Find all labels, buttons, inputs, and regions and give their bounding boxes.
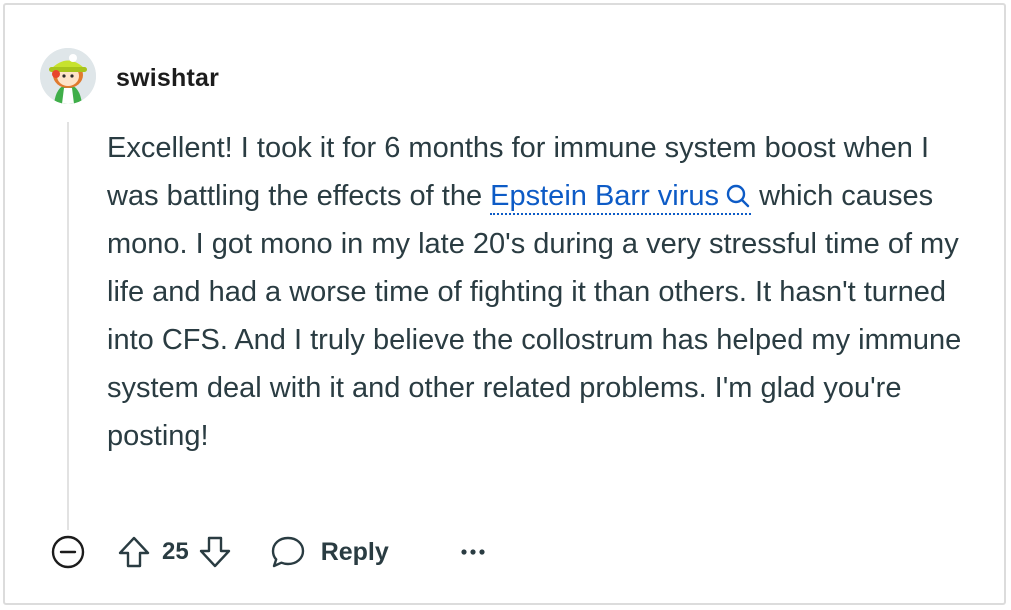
search-link-label: Epstein Barr virus xyxy=(490,180,720,212)
reply-label: Reply xyxy=(320,537,389,566)
ellipsis-icon xyxy=(461,549,485,555)
vote-score: 25 xyxy=(162,538,189,565)
search-link-epstein-barr[interactable]: Epstein Barr virus xyxy=(490,180,752,215)
comment-actions: 25 Reply xyxy=(48,530,493,574)
avatar[interactable] xyxy=(40,48,96,104)
thread-line[interactable] xyxy=(67,122,69,530)
comment-text-end: which causes mono. I got mono in my late… xyxy=(107,180,962,452)
upvote-arrow-icon xyxy=(118,536,150,568)
reply-button[interactable]: Reply xyxy=(269,532,389,572)
upvote-button[interactable] xyxy=(114,532,154,572)
speech-bubble-icon xyxy=(271,536,304,568)
comment-author[interactable]: swishtar xyxy=(116,64,219,93)
avatar-image xyxy=(40,48,96,104)
minus-circle-icon xyxy=(51,535,85,569)
collapse-button[interactable] xyxy=(48,532,88,572)
comment-text: Excellent! I took it for 6 months for im… xyxy=(107,124,987,460)
more-options-button[interactable] xyxy=(453,532,493,572)
comment-body: Excellent! I took it for 6 months for im… xyxy=(107,124,987,460)
search-icon xyxy=(726,184,750,208)
downvote-arrow-icon xyxy=(199,536,230,568)
downvote-button[interactable] xyxy=(195,532,235,572)
